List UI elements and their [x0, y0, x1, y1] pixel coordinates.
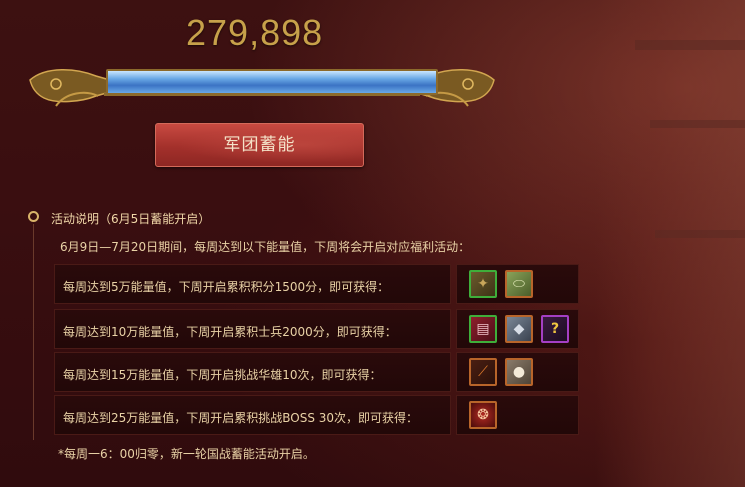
energy-score: 279,898 [186, 12, 324, 53]
mystery-box-icon[interactable]: ? [541, 315, 569, 343]
reward-condition-text: 每周达到10万能量值，下周开启累积士兵2000分，即可获得： [63, 325, 397, 339]
reward-items: ▤ ◆ ? [456, 309, 579, 349]
reward-condition-text: 每周达到15万能量值，下周开启挑战华雄10次，即可获得： [63, 368, 382, 382]
event-panel: 279,898 军团蓄能 活动说明（6月5日蓄能开启） 6月9日—7月20日期间… [0, 0, 745, 487]
energy-progress-bar [26, 62, 498, 114]
skill-book-icon[interactable]: ▤ [469, 315, 497, 343]
temple-roof-2 [650, 120, 745, 128]
period-description: 6月9日—7月20日期间，每周达到以下能量值，下周将会开启对应福利活动： [60, 240, 471, 254]
iron-ore-icon[interactable]: ◆ [505, 315, 533, 343]
red-pouch-icon[interactable]: ❂ [469, 401, 497, 429]
reward-items: ⟋ ● [456, 352, 579, 392]
reset-footnote: *每周一6：00归零，新一轮国战蓄能活动开启。 [58, 447, 315, 461]
reward-items: ✦ ⬭ [456, 264, 579, 304]
reward-condition: 每周达到10万能量值，下周开启累积士兵2000分，即可获得： [54, 309, 451, 349]
steamed-bun-icon[interactable]: ● [505, 358, 533, 386]
cucumber-icon[interactable]: ⬭ [505, 270, 533, 298]
progress-fill [108, 71, 436, 93]
reward-row: 每周达到5万能量值，下周开启累积积分1500分，即可获得： ✦ ⬭ [54, 264, 579, 304]
reward-items: ❂ [456, 395, 579, 435]
reward-row: 每周达到10万能量值，下周开启累积士兵2000分，即可获得： ▤ ◆ ? [54, 309, 579, 349]
timeline-line [33, 224, 34, 440]
dagger-icon[interactable]: ⟋ [469, 358, 497, 386]
info-title: 活动说明（6月5日蓄能开启） [51, 212, 211, 226]
reward-row: 每周达到15万能量值，下周开启挑战华雄10次，即可获得： ⟋ ● [54, 352, 579, 392]
legion-charge-button[interactable]: 军团蓄能 [155, 123, 364, 167]
reward-condition-text: 每周达到5万能量值，下周开启累积积分1500分，即可获得： [63, 280, 390, 294]
background-temple-scene [595, 0, 745, 487]
bronze-ore-icon[interactable]: ✦ [469, 270, 497, 298]
reward-condition: 每周达到25万能量值，下周开启累积挑战BOSS 30次，即可获得： [54, 395, 451, 435]
progress-track [106, 69, 438, 95]
temple-roof-3 [655, 230, 745, 238]
reward-condition-text: 每周达到25万能量值，下周开启累积挑战BOSS 30次，即可获得： [63, 411, 419, 425]
reward-condition: 每周达到15万能量值，下周开启挑战华雄10次，即可获得： [54, 352, 451, 392]
reward-row: 每周达到25万能量值，下周开启累积挑战BOSS 30次，即可获得： ❂ [54, 395, 579, 435]
temple-roof-1 [635, 40, 745, 50]
reward-condition: 每周达到5万能量值，下周开启累积积分1500分，即可获得： [54, 264, 451, 304]
bullet-circle-icon [28, 211, 39, 222]
